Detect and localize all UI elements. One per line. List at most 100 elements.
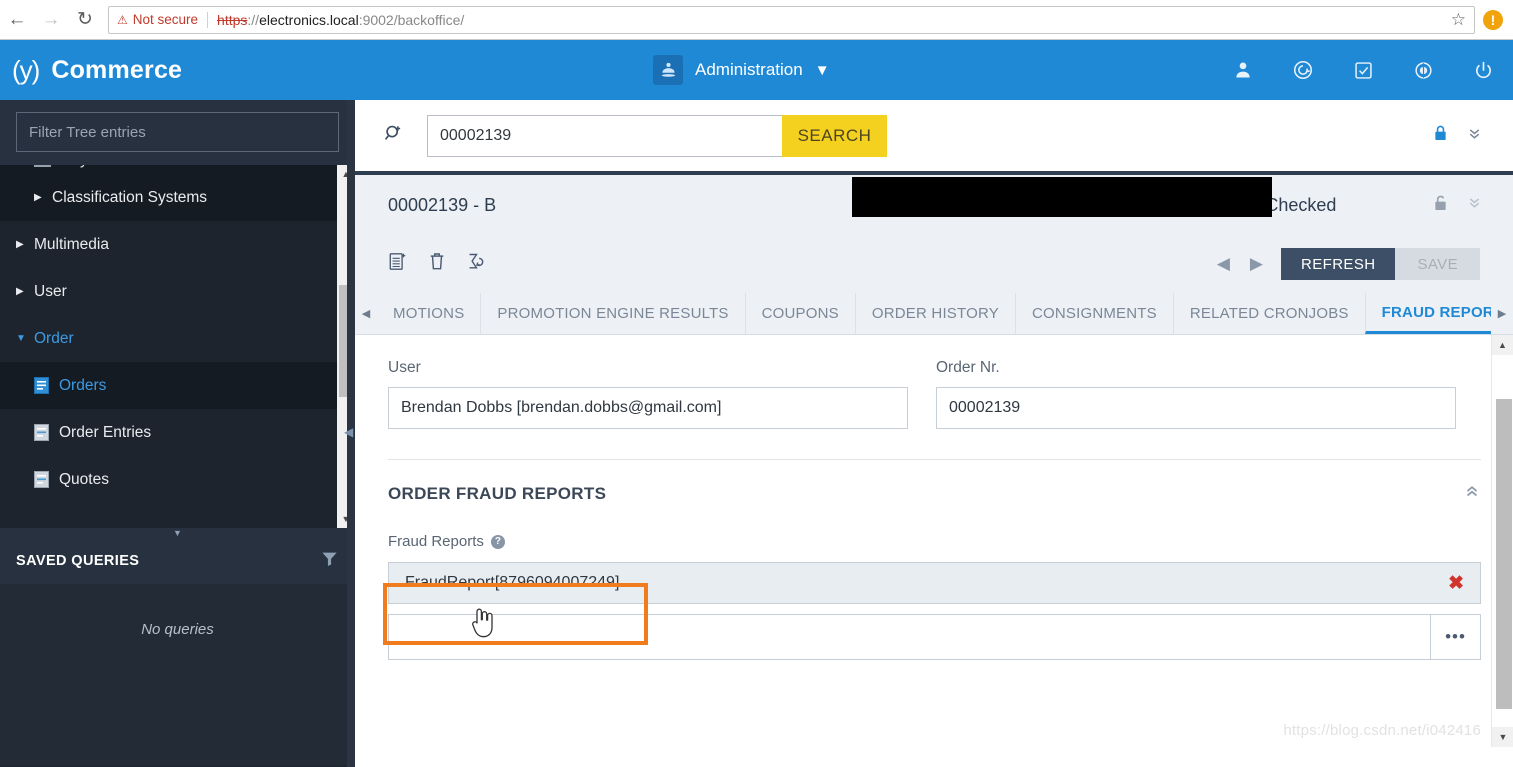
chevron-up-icon[interactable]: [1463, 482, 1481, 505]
reload-icon[interactable]: ↻: [68, 3, 102, 37]
order-nr-field[interactable]: [936, 387, 1456, 429]
tab-order-history[interactable]: ORDER HISTORY: [854, 293, 1015, 334]
scroll-up-arrow-icon[interactable]: ▲: [1492, 335, 1513, 355]
title-row-tools: [1433, 194, 1483, 217]
lock-closed-icon[interactable]: [1433, 124, 1448, 147]
url-scheme: https: [217, 11, 248, 28]
filter-tree-input[interactable]: [16, 112, 339, 152]
sub-label-text: Fraud Reports: [388, 533, 484, 550]
brand-logo[interactable]: (y) Commerce: [0, 55, 182, 86]
administration-icon: [653, 55, 683, 85]
tab-motions[interactable]: MOTIONS: [377, 293, 480, 334]
order-nr-field-label: Order Nr.: [936, 359, 1000, 376]
workflow-icon[interactable]: [466, 251, 487, 277]
form-fields: User Order Nr.: [388, 359, 1481, 429]
saved-queries-title: SAVED QUERIES: [16, 553, 140, 569]
tree-filter-area: [0, 100, 355, 165]
double-chevron-down-icon[interactable]: [1466, 194, 1483, 216]
new-item-icon[interactable]: [388, 251, 408, 277]
scroll-down-arrow-icon[interactable]: ▼: [1492, 727, 1513, 747]
chevron-right-icon[interactable]: ▶: [16, 286, 34, 297]
delete-icon[interactable]: [428, 251, 446, 277]
lock-open-icon[interactable]: [1433, 194, 1448, 217]
chevron-right-icon[interactable]: ▶: [34, 192, 52, 203]
user-field-group: User: [388, 359, 908, 429]
sidebar-item-quotes[interactable]: Quotes: [0, 456, 355, 503]
sidebar-splitter[interactable]: ▼: [0, 528, 355, 538]
user-icon[interactable]: [1213, 40, 1273, 100]
app-root: ← → ↻ ⚠ Not secure https://electronics.l…: [0, 0, 1513, 767]
url-separator: ://: [247, 11, 260, 28]
document-icon: [34, 471, 49, 488]
hybris-logo-icon: (y): [12, 54, 40, 85]
back-arrow-icon[interactable]: ←: [0, 3, 34, 37]
sidebar-item-classification-systems[interactable]: ▶ Classification Systems: [0, 174, 355, 221]
chevron-right-icon[interactable]: ▶: [16, 239, 34, 250]
refresh-button[interactable]: REFRESH: [1281, 248, 1396, 280]
profile-alert-badge[interactable]: !: [1483, 9, 1503, 30]
power-icon[interactable]: [1453, 40, 1513, 100]
tab-coupons[interactable]: COUPONS: [744, 293, 855, 334]
keywords-icon: [34, 165, 51, 167]
sidebar-collapse-handle[interactable]: ◀: [344, 425, 353, 439]
forward-arrow-icon[interactable]: →: [34, 3, 68, 37]
redaction-bar: [852, 177, 1272, 217]
saved-queries-empty-text: No queries: [141, 621, 214, 638]
search-bar: SEARCH: [355, 100, 1513, 175]
history-icon[interactable]: [1273, 40, 1333, 100]
fraud-report-picker-input[interactable]: [389, 615, 1430, 659]
toolbar-right-group: ◀ ▶ REFRESH SAVE: [1207, 248, 1480, 280]
sidebar-item-user[interactable]: ▶ User: [0, 268, 355, 315]
sidebar-item-keywords[interactable]: Keywords: [0, 165, 355, 174]
tab-promotion-engine-results[interactable]: PROMOTION ENGINE RESULTS: [480, 293, 744, 334]
section-divider: [388, 459, 1481, 460]
navigation-tree: Keywords ▶ Classification Systems ▶ Mult…: [0, 165, 355, 528]
search-add-icon[interactable]: [383, 122, 405, 149]
document-icon: [34, 424, 49, 441]
scrollbar-thumb[interactable]: [1496, 399, 1512, 709]
sidebar-item-order[interactable]: ▼ Order: [0, 315, 355, 362]
address-bar[interactable]: ⚠ Not secure https://electronics.local:9…: [108, 5, 1475, 34]
checklist-icon[interactable]: [1333, 40, 1393, 100]
sidebar-item-orders[interactable]: Orders: [0, 362, 355, 409]
sidebar-item-order-entries[interactable]: Order Entries: [0, 409, 355, 456]
search-input[interactable]: [427, 114, 782, 157]
panel-content: User Order Nr. ORDER FRAUD REPORTS: [355, 335, 1513, 660]
user-field[interactable]: [388, 387, 908, 429]
saved-queries-header: SAVED QUERIES: [0, 538, 355, 584]
sidebar: Keywords ▶ Classification Systems ▶ Mult…: [0, 100, 355, 767]
panel-scrollbar[interactable]: ▲ ▼: [1491, 335, 1513, 747]
prev-arrow-icon[interactable]: ◀: [1207, 254, 1240, 274]
search-button[interactable]: SEARCH: [782, 114, 887, 157]
omnibox-divider: [207, 11, 209, 28]
funnel-icon[interactable]: [320, 549, 339, 573]
close-x-icon[interactable]: ✖: [1448, 572, 1464, 595]
star-icon[interactable]: ☆: [1451, 10, 1466, 30]
chevron-down-icon[interactable]: ▼: [16, 333, 34, 344]
order-nr-field-group: Order Nr.: [936, 359, 1456, 429]
tab-fraud-reports[interactable]: FRAUD REPORTS: [1364, 293, 1491, 334]
tab-consignments[interactable]: CONSIGNMENTS: [1014, 293, 1173, 334]
double-chevron-down-icon[interactable]: [1466, 125, 1483, 147]
tab-scroll-right-icon[interactable]: ▶: [1491, 293, 1513, 334]
security-status-label: Not secure: [132, 12, 199, 27]
saved-queries-body: No queries: [0, 584, 355, 766]
globe-icon[interactable]: [1393, 40, 1453, 100]
chevron-down-icon: ▼: [814, 61, 830, 79]
fraud-section-header: ORDER FRAUD REPORTS: [388, 482, 1481, 505]
section-title: ORDER FRAUD REPORTS: [388, 483, 607, 503]
sidebar-item-multimedia[interactable]: ▶ Multimedia: [0, 221, 355, 268]
more-options-icon[interactable]: •••: [1430, 615, 1480, 659]
administration-menu[interactable]: Administration ▼: [653, 55, 830, 85]
warning-triangle-icon: ⚠: [117, 12, 128, 27]
browser-toolbar: ← → ↻ ⚠ Not secure https://electronics.l…: [0, 0, 1513, 40]
tab-scroll-left-icon[interactable]: ◀: [355, 293, 377, 334]
tab-related-cronjobs[interactable]: RELATED CRONJOBS: [1172, 293, 1365, 334]
help-icon[interactable]: ?: [490, 534, 505, 549]
fraud-report-chip[interactable]: FraudReport[8796094007249] ✖: [388, 562, 1481, 604]
sidebar-item-label: User: [34, 282, 67, 300]
url-text: https://electronics.local:9002/backoffic…: [217, 12, 464, 28]
search-row-tools: [1433, 124, 1483, 147]
next-arrow-icon[interactable]: ▶: [1240, 254, 1273, 274]
app-header: (y) Commerce Administration ▼: [0, 40, 1513, 100]
